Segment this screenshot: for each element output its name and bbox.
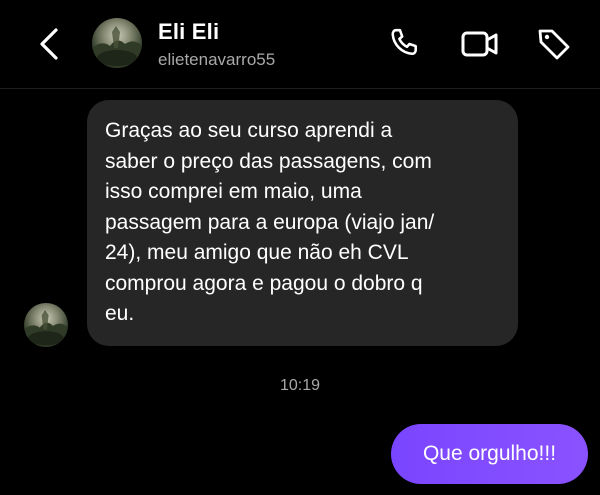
tag-button[interactable] <box>534 24 574 64</box>
avatar-photo <box>24 310 68 347</box>
chat-header: Eli Eli elietenavarro55 <box>0 0 600 89</box>
back-chevron-icon <box>40 28 58 60</box>
audio-call-button[interactable] <box>384 24 424 64</box>
outgoing-message-text: Que orgulho!!! <box>422 442 557 465</box>
contact-avatar[interactable] <box>92 18 142 68</box>
phone-icon <box>391 28 417 56</box>
incoming-message-text: Graças ao seu curso aprendi a saber o pr… <box>105 119 435 325</box>
video-camera-icon <box>461 31 498 57</box>
sender-avatar[interactable] <box>24 303 68 347</box>
video-call-button[interactable] <box>460 24 500 64</box>
contact-name[interactable]: Eli Eli <box>158 19 219 45</box>
message-timestamp: 10:19 <box>279 377 321 394</box>
tag-icon <box>538 29 570 60</box>
back-button[interactable] <box>32 22 66 66</box>
incoming-message-bubble[interactable]: Graças ao seu curso aprendi a saber o pr… <box>87 100 518 346</box>
contact-username[interactable]: elietenavarro55 <box>158 50 275 70</box>
outgoing-message-bubble[interactable]: Que orgulho!!! <box>391 424 588 484</box>
avatar-photo <box>92 26 142 68</box>
